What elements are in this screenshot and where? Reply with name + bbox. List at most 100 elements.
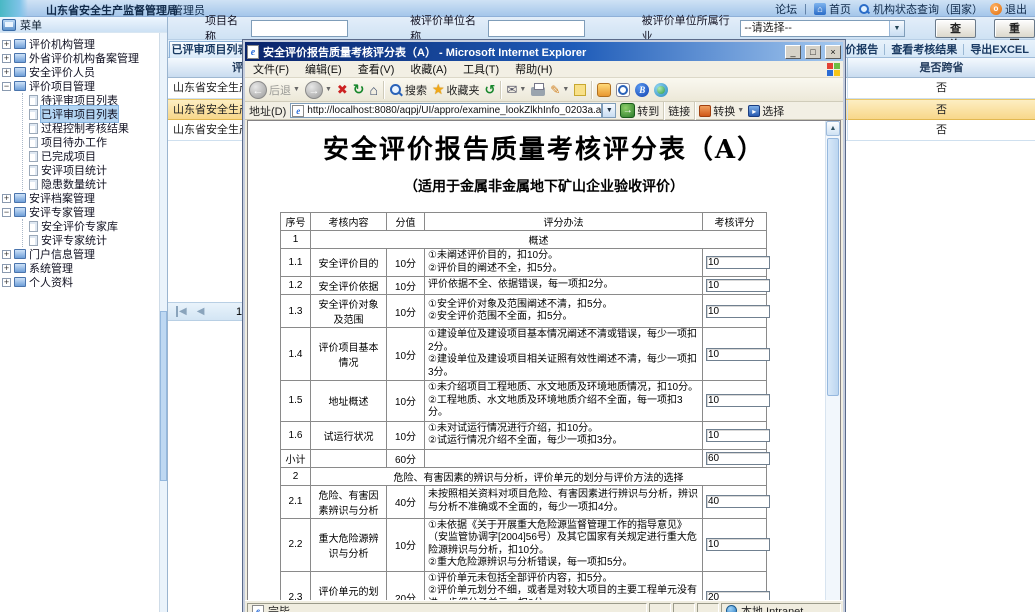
print-button[interactable] [531,83,545,96]
mail-button[interactable]: ✉▼ [506,82,526,98]
sidebar-item-待评审项目列表[interactable]: 待评审项目列表 [23,93,158,107]
address-dropdown-icon[interactable]: ▼ [602,103,616,118]
go-button[interactable]: → 转到 [620,103,659,119]
sidebar-item-过程控制考核结果[interactable]: 过程控制考核结果 [23,121,158,135]
expand-icon[interactable]: + [2,194,11,203]
content-scrollbar-thumb[interactable] [827,138,839,396]
sidebar-item-系统管理[interactable]: +系统管理 [2,261,158,275]
expand-icon[interactable]: + [2,264,11,273]
collapse-icon[interactable]: − [2,82,11,91]
sidebar-item-外省评价机构备案管理[interactable]: +外省评价机构备案管理 [2,51,158,65]
sidebar-item-安评专家管理[interactable]: −安评专家管理 [2,205,158,219]
stop-button[interactable]: ✖ [337,82,348,98]
score-input[interactable] [706,348,770,361]
select-button[interactable]: ▸ 选择 [748,103,784,119]
home-button[interactable]: ⌂ [370,82,378,98]
research-button[interactable] [616,83,630,97]
sidebar-scrollbar[interactable] [159,33,167,612]
home-link[interactable]: ⌂ 首页 [814,1,851,17]
query-button[interactable]: 查询 [935,19,976,38]
msn-button[interactable] [654,83,668,97]
scroll-up-icon[interactable]: ▲ [826,121,840,136]
score-table-row: 1.4评价项目基本情况10分①建设单位及建设项目基本情况阐述不清或错误，每少一项… [281,328,767,381]
favorites-button[interactable]: ★ 收藏夹 [432,81,480,98]
bluetooth-button[interactable]: B [635,83,649,97]
forum-link[interactable]: 论坛 [775,1,797,17]
score-input[interactable] [706,452,770,465]
menu-item-收藏(A)[interactable]: 收藏(A) [402,61,455,77]
sidebar-item-评价项目管理[interactable]: −评价项目管理 [2,79,158,93]
content-scrollbar[interactable]: ▲ [825,121,840,603]
links-button[interactable]: 链接 [668,103,690,119]
content-cell: 安全评价依据 [311,277,387,295]
sidebar-item-安评项目统计[interactable]: 安评项目统计 [23,163,158,177]
score-input[interactable] [706,256,770,269]
expand-icon[interactable]: + [2,54,11,63]
sidebar-item-已完成项目[interactable]: 已完成项目 [23,149,158,163]
menu-item-帮助(H)[interactable]: 帮助(H) [507,61,560,77]
messenger-button[interactable] [597,83,611,97]
refresh-button[interactable]: ↻ [353,81,365,98]
sidebar-item-门户信息管理[interactable]: +门户信息管理 [2,247,158,261]
collapse-icon[interactable]: − [2,208,11,217]
org-status-link[interactable]: 机构状态查询（国家） [858,1,983,17]
sidebar-item-评价机构管理[interactable]: +评价机构管理 [2,37,158,51]
sidebar-item-安全评价人员[interactable]: +安全评价人员 [2,65,158,79]
tab-reviewed-projects[interactable]: 已评审项目列表 [169,41,251,58]
sidebar-item-已评审项目列表[interactable]: 已评审项目列表 [23,107,158,121]
page-icon [29,165,38,176]
convert-button[interactable]: 转换▼ [699,103,744,119]
maximize-button[interactable]: □ [805,45,821,59]
menu-item-编辑(E)[interactable]: 编辑(E) [297,61,350,77]
export-excel-link[interactable]: 导出EXCEL [970,41,1029,57]
sidebar-scrollbar-thumb[interactable] [160,311,167,481]
sidebar-item-安评档案管理[interactable]: +安评档案管理 [2,191,158,205]
sidebar-item-安评专家统计[interactable]: 安评专家统计 [23,233,158,247]
unit-name-input[interactable] [488,20,585,37]
convert-icon [699,105,711,117]
chevron-down-icon[interactable]: ▼ [519,86,526,93]
expand-icon[interactable]: + [2,278,11,287]
score-input[interactable] [706,495,770,508]
score-input[interactable] [706,394,770,407]
score-input[interactable] [706,429,770,442]
window-titlebar[interactable]: e 安全评价报告质量考核评分表（A） - Microsoft Internet … [245,42,843,61]
chevron-down-icon[interactable]: ▼ [293,86,300,93]
history-button[interactable]: ↺ [485,82,496,98]
project-name-input[interactable] [251,20,348,37]
assessed-score-cell [703,381,767,422]
folder-icon [14,81,26,91]
chevron-down-icon[interactable]: ▼ [737,107,744,114]
logout-link[interactable]: o 退出 [990,1,1027,17]
back-button[interactable]: ← 后退▼ [249,81,300,99]
forward-button[interactable]: →▼ [305,81,332,99]
first-page-icon[interactable]: ◀ [176,306,187,317]
menu-item-查看(V)[interactable]: 查看(V) [350,61,403,77]
prev-page-icon[interactable]: ◀ [197,306,205,317]
minimize-button[interactable]: _ [785,45,801,59]
edit-button[interactable]: ✎▼ [550,83,569,97]
industry-select[interactable]: --请选择-- ▼ [740,20,905,37]
close-button[interactable]: × [825,45,841,59]
chevron-down-icon[interactable]: ▼ [562,86,569,93]
search-button[interactable]: 搜索 [389,82,427,98]
content-cell: 地址概述 [311,381,387,422]
score-input[interactable] [706,538,770,551]
menu-item-文件(F)[interactable]: 文件(F) [245,61,297,77]
chevron-down-icon[interactable]: ▼ [325,86,332,93]
expand-icon[interactable]: + [2,250,11,259]
sidebar-item-项目待办工作[interactable]: 项目待办工作 [23,135,158,149]
score-input[interactable] [706,279,770,292]
sidebar-item-安全评价专家库[interactable]: 安全评价专家库 [23,219,158,233]
reset-button[interactable]: 重置 [994,19,1035,38]
expand-icon[interactable]: + [2,40,11,49]
sidebar-item-隐患数量统计[interactable]: 隐患数量统计 [23,177,158,191]
address-input[interactable]: e http://localhost:8080/aqpj/UI/appro/ex… [290,103,602,118]
menu-item-工具(T)[interactable]: 工具(T) [455,61,507,77]
expand-icon[interactable]: + [2,68,11,77]
view-result-link[interactable]: 查看考核结果 [891,41,957,57]
sidebar-item-个人资料[interactable]: +个人资料 [2,275,158,289]
discuss-button[interactable] [574,84,586,96]
chevron-down-icon[interactable]: ▼ [889,21,904,36]
score-input[interactable] [706,305,770,318]
